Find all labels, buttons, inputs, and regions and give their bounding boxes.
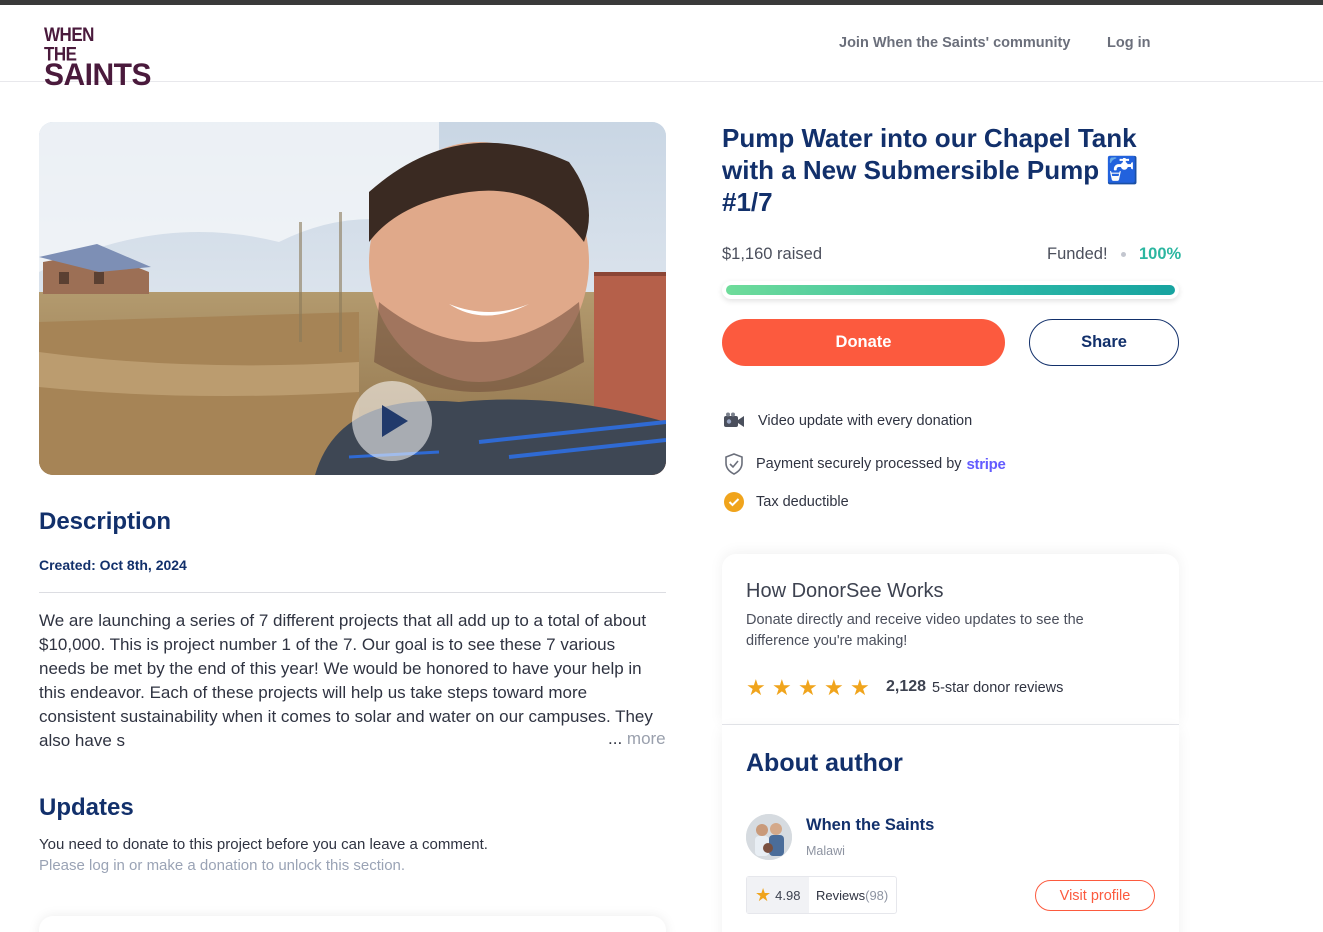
check-circle-icon	[722, 491, 746, 513]
divider	[39, 592, 666, 593]
author-name[interactable]: When the Saints	[806, 816, 934, 835]
funding-progress-bar	[722, 281, 1179, 299]
stripe-logo: stripe	[966, 455, 1006, 473]
description-heading: Description	[39, 508, 172, 535]
raised-amount: $1,160 raised	[722, 245, 822, 263]
comment-card	[39, 916, 666, 932]
more-link[interactable]: ... more	[606, 729, 666, 749]
funded-percent: 100%	[1139, 245, 1182, 263]
play-icon[interactable]	[352, 381, 432, 461]
updates-hint: Please log in or make a donation to unlo…	[39, 857, 406, 874]
how-it-works-card: How DonorSee Works Donate directly and r…	[722, 554, 1179, 725]
feature-tax-label: Tax deductible	[756, 494, 849, 510]
star-icon: ★	[772, 675, 792, 700]
about-author-card: About author When the Saints Malawi ★ 4.…	[722, 725, 1179, 932]
updates-notice: You need to donate to this project befor…	[39, 836, 488, 853]
feature-payment: Payment securely processed by stripe	[722, 453, 1006, 475]
login-link[interactable]: Log in	[1107, 35, 1151, 51]
logo-line-2: SAINTS	[44, 57, 152, 93]
reviews-count: (98)	[865, 887, 889, 903]
shield-check-icon	[722, 453, 746, 475]
donate-button[interactable]: Donate	[722, 319, 1005, 366]
how-subtitle: Donate directly and receive video update…	[746, 612, 1084, 649]
logo[interactable]: WHEN THE SAINTS	[44, 25, 152, 91]
star-icon: ★	[798, 675, 818, 700]
video-player[interactable]	[39, 122, 666, 475]
review-text: 5-star donor reviews	[932, 680, 1064, 696]
author-rating: ★ 4.98 Reviews(98)	[746, 876, 897, 914]
video-camera-icon	[722, 410, 746, 432]
feature-video-update: Video update with every donation	[722, 410, 972, 432]
review-count: 2,128	[886, 678, 927, 695]
star-icon: ★	[746, 675, 766, 700]
progress-fill	[726, 285, 1175, 295]
site-header: WHEN THE SAINTS Join When the Saints' co…	[0, 5, 1323, 91]
more-label[interactable]: more	[627, 729, 666, 748]
ellipsis: ...	[608, 729, 623, 748]
visit-profile-button[interactable]: Visit profile	[1035, 880, 1155, 911]
avatar[interactable]	[746, 814, 792, 860]
feature-payment-label: Payment securely processed by	[756, 456, 962, 472]
star-icon: ★	[824, 675, 844, 700]
reviews-label: Reviews	[816, 887, 866, 903]
join-community-link[interactable]: Join When the Saints' community	[839, 35, 1070, 51]
rating-stars: ★ ★ ★ ★ ★	[746, 675, 876, 700]
feature-tax: Tax deductible	[722, 491, 849, 513]
created-date: Created: Oct 8th, 2024	[39, 557, 187, 573]
share-button[interactable]: Share	[1029, 319, 1179, 366]
how-title: How DonorSee Works	[746, 580, 944, 602]
updates-heading: Updates	[39, 794, 134, 821]
project-title: Pump Water into our Chapel Tank with a N…	[722, 123, 1139, 217]
author-location: Malawi	[806, 844, 845, 858]
description-text: We are launching a series of 7 different…	[39, 611, 653, 750]
star-icon: ★	[755, 884, 772, 905]
dot-separator	[1121, 252, 1126, 257]
rating-value: 4.98	[775, 887, 801, 903]
feature-video-update-label: Video update with every donation	[758, 413, 973, 429]
star-icon: ★	[850, 675, 870, 700]
about-author-heading: About author	[746, 749, 903, 777]
funded-status: Funded!	[1047, 245, 1108, 263]
rating-score: ★ 4.98	[747, 877, 809, 913]
reviews-link[interactable]: Reviews(98)	[809, 888, 888, 903]
